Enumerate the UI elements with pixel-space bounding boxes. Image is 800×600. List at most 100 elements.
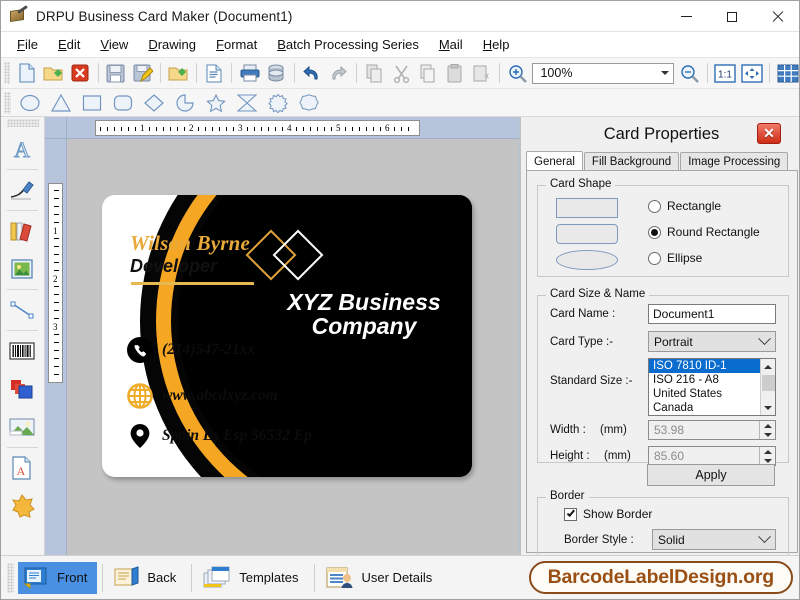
cut-icon[interactable] (388, 60, 414, 87)
width-spin-buttons[interactable] (759, 421, 775, 439)
properties-tabstrip: General Fill Background Image Processing (526, 151, 798, 171)
bottom-tab-templates[interactable]: Templates (197, 562, 308, 594)
open-folder-icon[interactable] (40, 60, 66, 87)
shape-splat-tool-icon[interactable] (1, 487, 43, 525)
shape-preview-rectangle[interactable] (556, 198, 618, 218)
radio-round-rectangle[interactable]: Round Rectangle (648, 225, 760, 239)
width-stepper[interactable]: 53.98 (648, 420, 776, 440)
paste-icon[interactable] (442, 60, 468, 87)
library-tool-icon[interactable] (1, 212, 43, 250)
chevron-down-icon[interactable] (661, 71, 669, 75)
scroll-down-icon[interactable] (761, 400, 774, 415)
bottom-tab-bar: Front Back Templates User Details Barcod… (1, 555, 800, 599)
shape-preview-round-rectangle[interactable] (556, 224, 618, 244)
height-stepper[interactable]: 85.60 (648, 446, 776, 466)
close-document-icon[interactable] (67, 60, 93, 87)
new-document-icon[interactable] (14, 60, 40, 87)
menu-edit[interactable]: Edit (48, 34, 90, 55)
list-item[interactable]: Canada (649, 401, 775, 415)
business-card-preview[interactable]: Wilson Byrne Developer (214)547-21xx www… (102, 195, 472, 477)
toolbar-grip[interactable] (4, 62, 10, 84)
width-spin-down[interactable] (760, 430, 775, 439)
zoom-out-icon[interactable] (677, 60, 703, 87)
actual-size-button[interactable]: 1:1 (712, 60, 738, 87)
height-unit-label: (mm) (604, 450, 631, 462)
fit-page-icon[interactable] (739, 60, 765, 87)
height-spin-up[interactable] (760, 447, 775, 456)
maximize-button[interactable] (709, 1, 755, 32)
database-icon[interactable] (263, 60, 289, 87)
apply-button[interactable]: Apply (647, 464, 775, 486)
properties-icon[interactable] (201, 60, 227, 87)
bottom-tab-user-details[interactable]: User Details (320, 562, 443, 594)
radio-ellipse[interactable]: Ellipse (648, 251, 702, 265)
diamond-shape-icon[interactable] (138, 91, 169, 115)
menu-view[interactable]: View (90, 34, 138, 55)
round-rectangle-shape-icon[interactable] (107, 91, 138, 115)
tab-fill-background[interactable]: Fill Background (584, 152, 679, 171)
card-name-input[interactable]: Document1 (648, 304, 776, 324)
bottom-tab-front[interactable]: Front (18, 562, 97, 594)
tools-separator (7, 289, 38, 290)
radio-rectangle[interactable]: Rectangle (648, 199, 721, 213)
import-folder-icon[interactable] (165, 60, 191, 87)
rectangle-shape-icon[interactable] (76, 91, 107, 115)
paste-special-icon[interactable] (469, 60, 495, 87)
menu-mail[interactable]: Mail (429, 34, 473, 55)
list-item[interactable]: ISO 216 - A8 (649, 373, 775, 387)
layers-tool-icon[interactable] (1, 370, 43, 408)
bottom-tab-back[interactable]: Back (108, 562, 186, 594)
standard-size-listbox[interactable]: ISO 7810 ID-1 ISO 216 - A8 United States… (648, 358, 776, 416)
triangle-shape-icon[interactable] (45, 91, 76, 115)
menu-format[interactable]: Format (206, 34, 267, 55)
tab-general[interactable]: General (526, 151, 583, 171)
grid-icon[interactable] (775, 60, 800, 87)
pie-shape-icon[interactable] (169, 91, 200, 115)
text-tool-icon[interactable]: A (1, 130, 43, 168)
watermark-tool-icon[interactable]: A (1, 449, 43, 487)
shapes-toolbar-grip[interactable] (4, 92, 11, 114)
zoom-level-combo[interactable]: 100% (532, 63, 674, 84)
redo-icon[interactable] (326, 60, 352, 87)
brand-badge[interactable]: BarcodeLabelDesign.org (529, 561, 793, 594)
show-border-checkbox[interactable]: Show Border (564, 507, 652, 521)
tools-sidebar-grip[interactable] (7, 119, 39, 127)
minimize-button[interactable] (663, 1, 709, 32)
height-spin-buttons[interactable] (759, 447, 775, 465)
menu-file[interactable]: File (7, 34, 48, 55)
ellipse-shape-icon[interactable] (14, 91, 45, 115)
starburst-shape-icon[interactable] (262, 91, 293, 115)
undo-icon[interactable] (299, 60, 325, 87)
scrollbar-thumb[interactable] (762, 375, 775, 391)
duplicate-icon[interactable] (361, 60, 387, 87)
line-tool-icon[interactable] (1, 291, 43, 329)
close-properties-button[interactable]: ✕ (757, 123, 781, 144)
list-item[interactable]: ISO 7810 ID-1 (649, 359, 775, 373)
signature-tool-icon[interactable] (1, 171, 43, 209)
menu-drawing[interactable]: Drawing (138, 34, 206, 55)
menu-help[interactable]: Help (473, 34, 520, 55)
canvas-page[interactable]: Wilson Byrne Developer (214)547-21xx www… (67, 139, 519, 557)
width-spin-up[interactable] (760, 421, 775, 430)
scroll-up-icon[interactable] (761, 359, 775, 374)
image-tool-icon[interactable] (1, 250, 43, 288)
save-icon[interactable] (103, 60, 129, 87)
card-type-select[interactable]: Portrait (648, 331, 776, 352)
menu-batch-processing-series[interactable]: Batch Processing Series (267, 34, 429, 55)
bottom-bar-grip[interactable] (7, 563, 14, 593)
polygon-shape-icon[interactable] (293, 91, 324, 115)
picture-gallery-tool-icon[interactable] (1, 408, 43, 446)
print-icon[interactable] (237, 60, 263, 87)
copy-icon[interactable] (415, 60, 441, 87)
close-button[interactable] (755, 1, 800, 32)
list-item[interactable]: United States (649, 387, 775, 401)
tab-image-processing[interactable]: Image Processing (680, 152, 788, 171)
border-style-select[interactable]: Solid (652, 529, 776, 550)
standard-size-scrollbar[interactable] (760, 359, 775, 415)
zoom-in-icon[interactable] (504, 60, 530, 87)
barcode-tool-icon[interactable] (1, 332, 43, 370)
star5-shape-icon[interactable] (200, 91, 231, 115)
save-as-icon[interactable] (130, 60, 156, 87)
shape-preview-ellipse[interactable] (556, 250, 618, 270)
star4-shape-icon[interactable] (231, 91, 262, 115)
